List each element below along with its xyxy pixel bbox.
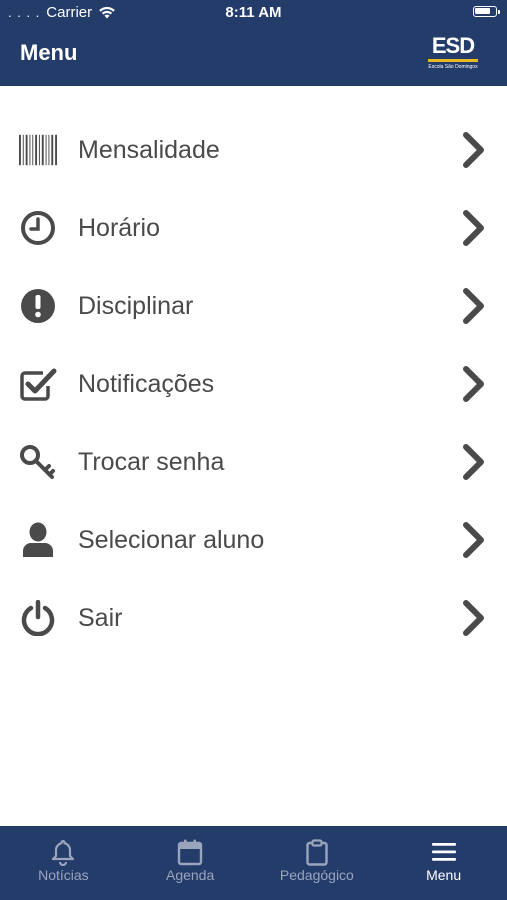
chevron-right-icon (463, 366, 484, 402)
barcode-icon (19, 132, 57, 168)
bell-icon (52, 839, 75, 866)
menu-item-horario[interactable]: Horário (0, 189, 507, 267)
tab-label: Notícias (38, 867, 89, 883)
menu-item-label: Sair (78, 604, 123, 632)
chevron-right-icon (463, 288, 484, 324)
menu-item-label: Disciplinar (78, 292, 194, 320)
chevron-right-icon (463, 522, 484, 558)
school-logo: ESD Escola São Domingos (425, 34, 481, 74)
header: . . . . Carrier 8:11 AM Menu ESD Escola … (0, 0, 507, 86)
clipboard-icon (306, 839, 328, 866)
menu-list: Mensalidade Horário Disciplinar Notifica… (0, 86, 507, 657)
menu-item-label: Notificações (78, 370, 215, 398)
menu-item-disciplinar[interactable]: Disciplinar (0, 267, 507, 345)
clock-icon (19, 210, 57, 246)
status-bar: . . . . Carrier 8:11 AM (0, 0, 507, 26)
tab-menu[interactable]: Menu (380, 826, 507, 900)
hamburger-icon (431, 843, 456, 861)
menu-item-trocar-senha[interactable]: Trocar senha (0, 423, 507, 501)
status-time: 8:11 AM (225, 4, 282, 21)
checkbox-checked-icon (19, 366, 57, 402)
tab-label: Pedagógico (279, 867, 354, 883)
menu-item-sair[interactable]: Sair (0, 579, 507, 657)
menu-item-selecionar-aluno[interactable]: Selecionar aluno (0, 501, 507, 579)
menu-item-label: Mensalidade (78, 136, 220, 164)
calendar-icon (177, 839, 203, 866)
tab-noticias[interactable]: Notícias (0, 826, 127, 900)
user-icon (19, 522, 57, 558)
tab-bar: Notícias Agenda Pedagógico Menu (0, 826, 507, 900)
key-icon (19, 444, 57, 480)
menu-item-notificacoes[interactable]: Notificações (0, 345, 507, 423)
tab-pedagogico[interactable]: Pedagógico (254, 826, 381, 900)
menu-item-label: Trocar senha (78, 448, 225, 476)
app-screen: . . . . Carrier 8:11 AM Menu ESD Escola … (0, 0, 507, 900)
logo-subtitle: Escola São Domingos (428, 64, 478, 70)
chevron-right-icon (463, 132, 484, 168)
exclamation-circle-icon (19, 288, 57, 324)
logo-text: ESD (431, 33, 475, 58)
tab-agenda[interactable]: Agenda (127, 826, 254, 900)
menu-item-label: Horário (78, 214, 160, 242)
chevron-right-icon (463, 600, 484, 636)
tab-label: Agenda (165, 867, 215, 883)
chevron-right-icon (463, 444, 484, 480)
chevron-right-icon (463, 210, 484, 246)
tab-label: Menu (426, 867, 462, 883)
battery-icon (473, 6, 500, 17)
menu-item-label: Selecionar aluno (78, 526, 265, 554)
menu-item-mensalidade[interactable]: Mensalidade (0, 111, 507, 189)
power-icon (19, 600, 57, 636)
page-title: Menu (20, 40, 78, 65)
logo-accent-bar (428, 59, 478, 62)
